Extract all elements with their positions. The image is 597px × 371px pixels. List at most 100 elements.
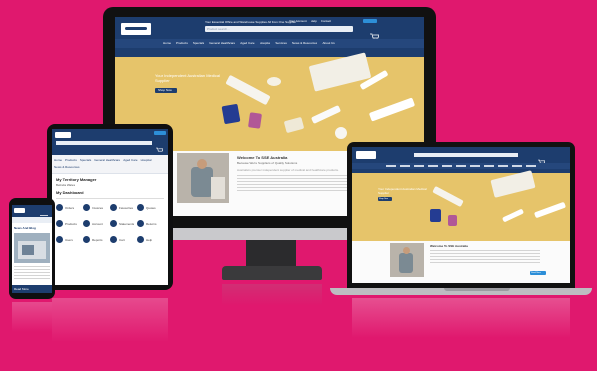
welcome-title: Welcome To SSE Australia xyxy=(237,155,288,160)
nav-about[interactable]: About Us xyxy=(322,41,334,45)
dashboard-tile[interactable]: Help xyxy=(137,236,164,243)
nav-hospital[interactable]: Hospital xyxy=(260,41,271,45)
tablet-nav-item[interactable]: Specials xyxy=(80,158,91,162)
hero-shop-button[interactable]: Shop Now xyxy=(155,88,177,93)
phone-logo[interactable] xyxy=(14,208,25,213)
laptop-welcome-text xyxy=(430,250,540,264)
dashboard-tile[interactable]: Cart xyxy=(110,236,137,243)
dashboard-tile-icon xyxy=(83,220,90,227)
laptop-search-input[interactable] xyxy=(414,153,518,157)
tablet-nav-item[interactable]: News & Resources xyxy=(54,165,80,169)
phone-reflection xyxy=(12,302,52,332)
cart-icon[interactable] xyxy=(370,27,380,40)
nav-products[interactable]: Products xyxy=(176,41,188,45)
tablet-nav: Home Products Specials General Healthcar… xyxy=(52,155,168,174)
tablet-nav-item[interactable]: Home xyxy=(54,158,62,162)
search-input[interactable]: Product search... xyxy=(205,26,353,32)
desktop-monitor-base xyxy=(222,266,322,280)
top-link[interactable]: Your Account xyxy=(289,19,307,23)
dashboard-tile[interactable]: Returns xyxy=(137,220,164,227)
tablet-screen: Home Products Specials General Healthcar… xyxy=(52,129,168,285)
dashboard-tile-icon xyxy=(137,204,144,211)
dashboard-tile-label: Account xyxy=(92,221,103,226)
welcome-image xyxy=(177,153,229,203)
tablet-reflection xyxy=(52,298,168,342)
dashboard-tile-label: Invoices xyxy=(92,205,104,210)
dashboard-tile-label: Products xyxy=(65,221,77,226)
laptop-hero-button[interactable]: Shop Now xyxy=(378,197,392,201)
dashboard-tile-icon xyxy=(110,204,117,211)
dashboard-tile-icon xyxy=(137,236,144,243)
nav-news[interactable]: News & Resources xyxy=(292,41,318,45)
top-link[interactable]: Contact xyxy=(321,19,331,23)
tablet-nav-item[interactable]: Hospital xyxy=(141,158,152,162)
dashboard-tile-icon xyxy=(110,236,117,243)
dashboard-tile[interactable]: Statements xyxy=(110,220,137,227)
dashboard-tile[interactable]: Account xyxy=(83,220,110,227)
tablet-cart-button[interactable] xyxy=(154,131,166,135)
dashboard-tile-label: Cart xyxy=(119,237,125,242)
phone-footer: Read More xyxy=(12,285,52,293)
nav-aged-care[interactable]: Aged Care xyxy=(240,41,254,45)
phone-blog-image xyxy=(14,233,50,263)
laptop-nav xyxy=(352,163,570,169)
dashboard-tile-icon xyxy=(137,220,144,227)
dashboard-tile-label: Orders xyxy=(65,205,75,210)
dashboard-tile[interactable]: Users xyxy=(56,236,83,243)
laptop-product-stapler xyxy=(432,185,464,208)
tablet-cart-icon[interactable] xyxy=(156,140,164,152)
phone-footer-label[interactable]: Read More xyxy=(14,287,29,291)
top-links: Your Account Help Contact xyxy=(289,19,331,23)
laptop-welcome-title: Welcome To SSE Australia xyxy=(430,244,468,248)
nav-services[interactable]: Services xyxy=(275,41,287,45)
dashboard-tile-label: Returns xyxy=(146,221,157,226)
dashboard-tile-icon xyxy=(56,236,63,243)
dashboard-tile[interactable]: Favourites xyxy=(110,204,137,211)
laptop-read-more-button[interactable]: Read More xyxy=(530,271,546,275)
tablet-logo[interactable] xyxy=(55,132,71,138)
tablet-search-input[interactable] xyxy=(56,141,152,145)
phone-search-input[interactable] xyxy=(12,217,52,223)
dashboard-tile-label: Quotes xyxy=(146,205,156,210)
laptop-hero: Your Independent Australian Medical Supp… xyxy=(352,170,570,241)
product-tape xyxy=(283,116,305,134)
laptop-hero-heading: Your Independent Australian Medical Supp… xyxy=(378,187,427,195)
laptop-header xyxy=(352,147,570,173)
dashboard-tile[interactable]: Products xyxy=(56,220,83,227)
tablet-nav-item[interactable]: Aged Care xyxy=(123,158,137,162)
nav-specials[interactable]: Specials xyxy=(193,41,204,45)
product-mouse xyxy=(267,77,281,86)
dashboard-tile-icon xyxy=(56,220,63,227)
dashboard-tile[interactable]: Reports xyxy=(83,236,110,243)
nav-home[interactable]: Home xyxy=(163,41,171,45)
laptop-product-keyboard xyxy=(490,170,536,198)
monitor-reflection xyxy=(222,284,322,306)
laptop-reflection xyxy=(352,298,570,338)
tablet-dashboard: My Territory Manager Belinda Wales My Da… xyxy=(52,174,168,285)
laptop-logo[interactable] xyxy=(356,151,376,159)
dashboard-tile-label: Help xyxy=(146,237,153,242)
dashboard-tile[interactable]: Orders xyxy=(56,204,83,211)
dashboard-tile-icon xyxy=(83,204,90,211)
phone-menu-icon[interactable] xyxy=(40,208,48,221)
dashboard-tile-icon xyxy=(56,204,63,211)
site-logo[interactable] xyxy=(121,23,151,35)
laptop-product-blue-box xyxy=(430,209,441,222)
dashboard-tile-label: Favourites xyxy=(119,205,134,210)
product-purple-item xyxy=(248,112,262,129)
cart-button[interactable] xyxy=(363,19,377,23)
tablet-tile-grid: Orders Invoices Favourites Quotes Products Ac… xyxy=(56,204,164,243)
laptop-cart-icon[interactable] xyxy=(538,152,546,164)
tablet-nav-item[interactable]: General Healthcare xyxy=(94,158,120,162)
top-link[interactable]: Help xyxy=(311,19,317,23)
tablet-dashboard-title: My Dashboard xyxy=(56,190,84,195)
product-round xyxy=(335,127,347,139)
laptop-welcome: Welcome To SSE Australia Read More xyxy=(352,241,570,283)
phone-header xyxy=(12,205,52,221)
dashboard-tile[interactable]: Invoices xyxy=(83,204,110,211)
dashboard-tile-label: Reports xyxy=(92,237,103,242)
tablet-nav-item[interactable]: Products xyxy=(65,158,77,162)
nav-general-healthcare[interactable]: General Healthcare xyxy=(209,41,235,45)
dashboard-tile-label: Statements xyxy=(119,221,135,226)
dashboard-tile[interactable]: Quotes xyxy=(137,204,164,211)
